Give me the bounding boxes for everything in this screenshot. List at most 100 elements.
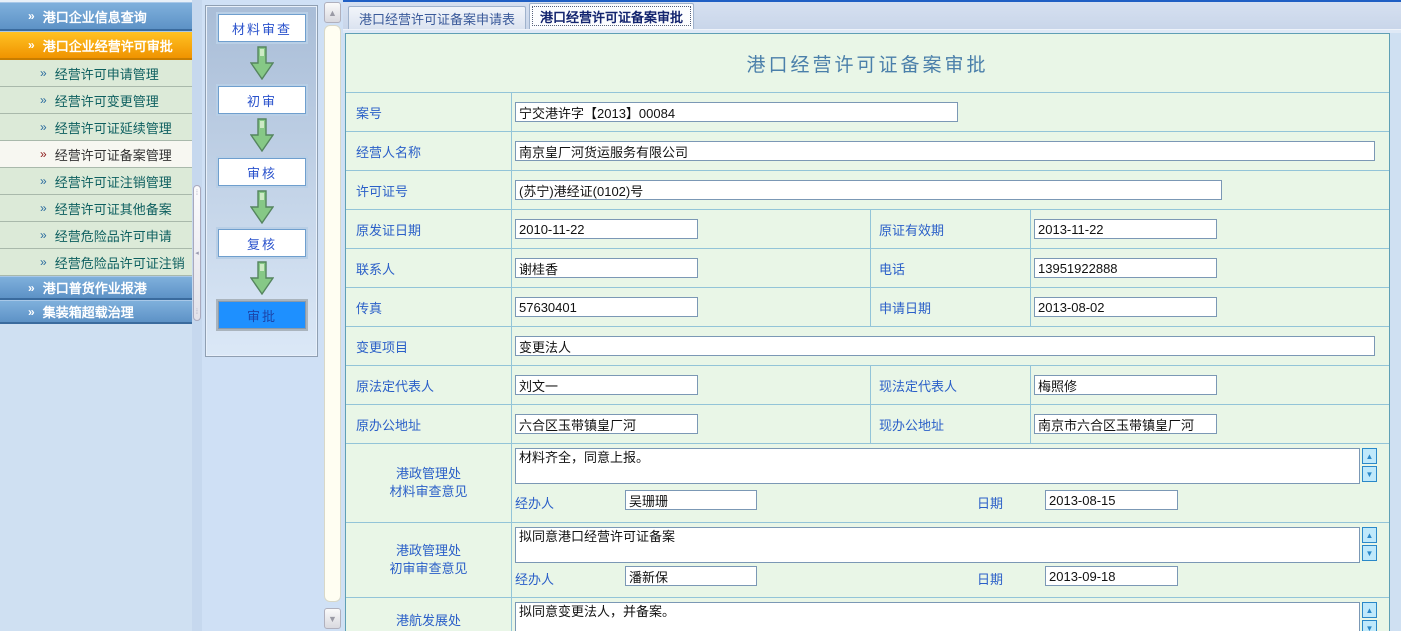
workflow-step-recheck[interactable]: 复核 (218, 229, 306, 257)
form-row-fax-apply-date: 传真 申请日期 (346, 288, 1389, 327)
spinner-down-icon: ▼ (1366, 624, 1374, 631)
spinner-down-button[interactable]: ▼ (1362, 545, 1377, 561)
section-port-dev-opinion: 港航发展处 拟同意变更法人，并备案。 ▲ ▼ (346, 598, 1389, 631)
phone-input[interactable] (1034, 258, 1217, 278)
workflow-step-material-review[interactable]: 材料审查 (218, 14, 306, 42)
section-kind: 材料审查意见 (389, 483, 467, 501)
sidebar-item-license-renewal-mgmt[interactable]: » 经营许可证延续管理 (0, 114, 192, 141)
new-legal-rep-input[interactable] (1034, 375, 1217, 395)
change-item-input[interactable] (515, 336, 1375, 356)
first-review-operator-input[interactable] (625, 566, 757, 586)
port-dev-opinion-textarea[interactable]: 拟同意变更法人，并备案。 (515, 602, 1360, 631)
workflow-step-approve[interactable]: 审批 (218, 301, 306, 329)
chevron-right-icon: » (28, 305, 35, 319)
form-row-contact-phone: 联系人 电话 (346, 249, 1389, 288)
first-review-opinion-textarea[interactable]: 拟同意港口经营许可证备案 (515, 527, 1360, 563)
section-kind: 初审审查意见 (389, 560, 467, 578)
date-label: 日期 (977, 493, 1003, 512)
section-material-review-opinion: 港政管理处 材料审查意见 材料齐全，同意上报。 ▲ ▼ 经办人 日期 (346, 444, 1389, 523)
new-office-addr-input[interactable] (1034, 414, 1217, 434)
sidebar-item-license-cancel-mgmt[interactable]: » 经营许可证注销管理 (0, 168, 192, 195)
field-label: 联系人 (346, 249, 512, 287)
sidebar-item-label: 港口企业经营许可审批 (43, 36, 173, 55)
scroll-up-button[interactable]: ▲ (324, 2, 341, 23)
sidebar-item-label: 经营许可申请管理 (55, 64, 159, 83)
spinner-up-icon: ▲ (1366, 452, 1374, 461)
sidebar-item-license-filing-mgmt[interactable]: » 经营许可证备案管理 (0, 141, 192, 168)
contact-input[interactable] (515, 258, 698, 278)
section-label: 港政管理处 初审审查意见 (346, 523, 512, 597)
tab-filing-approval[interactable]: 港口经营许可证备案审批 (529, 3, 694, 29)
fax-input[interactable] (515, 297, 698, 317)
tab-bar: 港口经营许可证备案申请表 港口经营许可证备案审批 (343, 2, 1401, 30)
case-no-input[interactable] (515, 102, 958, 122)
sidebar-item-label: 经营许可变更管理 (55, 91, 159, 110)
chevron-right-icon: » (40, 228, 47, 242)
orig-issue-date-input[interactable] (515, 219, 698, 239)
chevron-right-icon: » (40, 201, 47, 215)
spinner-up-button[interactable]: ▲ (1362, 448, 1377, 464)
sidebar-item-general-cargo-report[interactable]: » 港口普货作业报港 (0, 276, 192, 300)
sidebar-item-license-other-filing[interactable]: » 经营许可证其他备案 (0, 195, 192, 222)
sidebar-item-license-change-mgmt[interactable]: » 经营许可变更管理 (0, 87, 192, 114)
license-no-input[interactable] (515, 180, 1222, 200)
operator-name-input[interactable] (515, 141, 1375, 161)
field-label: 传真 (346, 288, 512, 326)
field-label: 电话 (871, 249, 1031, 287)
section-dept: 港政管理处 (396, 542, 461, 560)
spinner-up-button[interactable]: ▲ (1362, 527, 1377, 543)
orig-office-addr-input[interactable] (515, 414, 698, 434)
sidebar-item-dangerous-goods-cancel[interactable]: » 经营危险品许可证注销 (0, 249, 192, 276)
sidebar-menu: » 港口企业信息查询 » 港口企业经营许可审批 » 经营许可申请管理 » 经营许… (0, 0, 192, 631)
form-row-case-no: 案号 (346, 93, 1389, 132)
material-review-date-input[interactable] (1045, 490, 1178, 510)
chevron-right-icon: » (40, 147, 47, 161)
sidebar-item-label: 经营许可证注销管理 (55, 172, 172, 191)
sidebar-item-port-enterprise-info-query[interactable]: » 港口企业信息查询 (0, 2, 192, 31)
scroll-up-icon: ▲ (328, 8, 337, 18)
down-arrow-icon (250, 261, 274, 295)
main-vertical-scrollbar[interactable]: ▲ ▼ (322, 0, 343, 631)
material-review-opinion-textarea[interactable]: 材料齐全，同意上报。 (515, 448, 1360, 484)
field-label: 案号 (346, 93, 512, 131)
chevron-right-icon: » (28, 9, 35, 23)
spinner-down-button[interactable]: ▼ (1362, 466, 1377, 482)
sidebar-splitter[interactable]: ⁞ ◂ ⁞ (192, 0, 202, 631)
orig-legal-rep-input[interactable] (515, 375, 698, 395)
spinner-up-button[interactable]: ▲ (1362, 602, 1377, 618)
form-row-change-item: 变更项目 (346, 327, 1389, 366)
chevron-right-icon: » (28, 38, 35, 52)
material-review-operator-input[interactable] (625, 490, 757, 510)
sidebar-item-label: 经营危险品许可证注销 (55, 253, 185, 272)
section-dept: 港航发展处 (396, 612, 461, 630)
orig-valid-date-input[interactable] (1034, 219, 1217, 239)
scrollbar-thumb[interactable] (324, 25, 341, 602)
apply-date-input[interactable] (1034, 297, 1217, 317)
workflow-step-audit[interactable]: 审核 (218, 158, 306, 186)
workflow-panel: 材料审查 初审 审核 复核 审批 (205, 5, 318, 357)
tab-filing-application-form[interactable]: 港口经营许可证备案申请表 (348, 6, 526, 29)
form-row-license-no: 许可证号 (346, 171, 1389, 210)
form-row-operator-name: 经营人名称 (346, 132, 1389, 171)
field-label: 现法定代表人 (871, 366, 1031, 404)
chevron-right-icon: » (40, 93, 47, 107)
sidebar-item-dangerous-goods-apply[interactable]: » 经营危险品许可申请 (0, 222, 192, 249)
scroll-down-button[interactable]: ▼ (324, 608, 341, 629)
grip-icon: ⁞ (196, 190, 198, 197)
spinner-down-button[interactable]: ▼ (1362, 620, 1377, 631)
down-arrow-icon (250, 46, 274, 80)
spinner-down-icon: ▼ (1366, 549, 1374, 558)
splitter-collapse-handle[interactable]: ⁞ ◂ ⁞ (193, 185, 201, 321)
field-label: 原发证日期 (346, 210, 512, 248)
sidebar-item-license-apply-mgmt[interactable]: » 经营许可申请管理 (0, 60, 192, 87)
first-review-date-input[interactable] (1045, 566, 1178, 586)
sidebar-item-container-overload[interactable]: » 集装箱超载治理 (0, 300, 192, 324)
form-title-row: 港口经营许可证备案审批 (346, 34, 1389, 93)
workflow-step-first-review[interactable]: 初审 (218, 86, 306, 114)
sidebar-item-label: 经营许可证延续管理 (55, 118, 172, 137)
field-label: 原证有效期 (871, 210, 1031, 248)
sidebar-item-label: 港口企业信息查询 (43, 7, 147, 26)
sidebar-item-label: 集装箱超载治理 (43, 302, 134, 321)
field-label: 原办公地址 (346, 405, 512, 443)
sidebar-item-port-license-approval[interactable]: » 港口企业经营许可审批 (0, 31, 192, 60)
